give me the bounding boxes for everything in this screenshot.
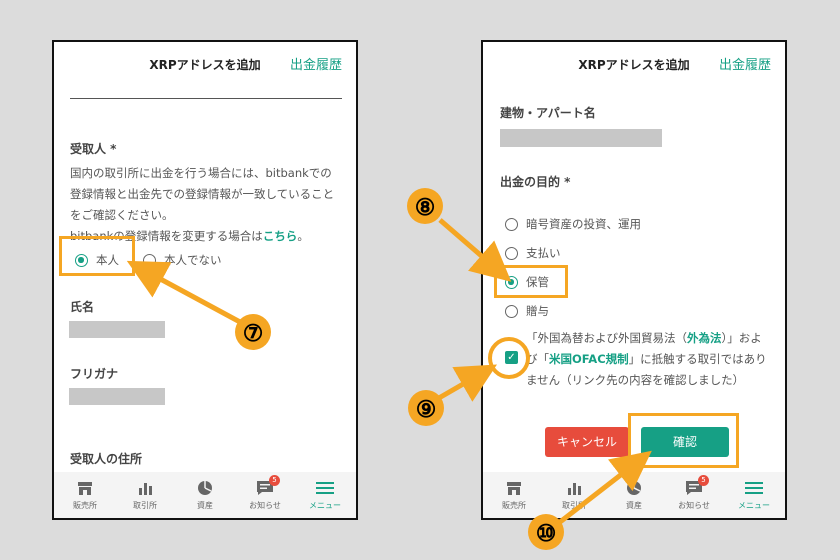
annotation-overlay: ⑦ ⑧ ⑨ ⑩ xyxy=(126,188,652,550)
step-10-marker: ⑩ xyxy=(528,514,564,550)
step-8-number: ⑧ xyxy=(415,194,436,221)
ring-9-target xyxy=(488,337,530,379)
arrow-10 xyxy=(558,450,652,524)
step-10-number: ⑩ xyxy=(536,520,557,547)
arrow-8 xyxy=(438,218,512,282)
arrow-7 xyxy=(126,260,242,325)
step-7-number: ⑦ xyxy=(243,320,264,347)
step-9-number: ⑨ xyxy=(416,396,437,423)
step-8-marker: ⑧ xyxy=(407,188,443,224)
step-7-marker: ⑦ xyxy=(235,314,271,350)
step-9-marker: ⑨ xyxy=(408,390,444,426)
